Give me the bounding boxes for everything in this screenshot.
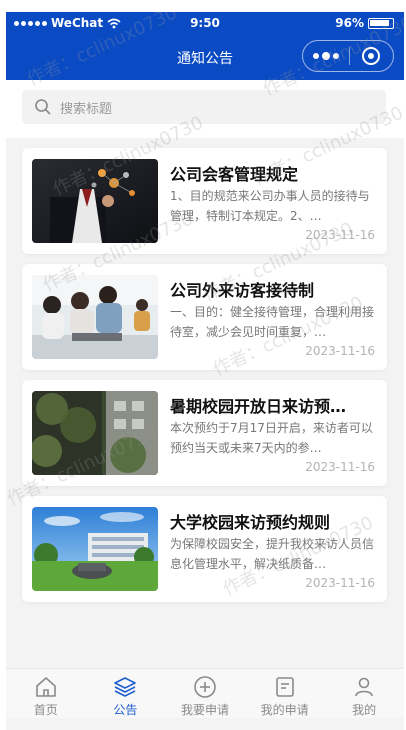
- notice-date: 2023-11-16: [305, 344, 375, 358]
- notice-thumbnail: [32, 391, 158, 475]
- tab-apply[interactable]: 我要申请: [165, 669, 245, 718]
- search-bar: 搜索标题: [6, 80, 404, 138]
- tab-label: 我的: [352, 703, 377, 717]
- nav-bar: 通知公告: [6, 34, 404, 80]
- target-icon: [362, 47, 381, 65]
- notice-card[interactable]: 暑期校园开放日来访预… 本次预约于7月17日开启，来访者可以预约当天或未来7天内…: [22, 380, 387, 486]
- document-icon: [275, 677, 294, 697]
- phone-screen: WeChat 9:50 96% 通知公告 搜索标题 公司会客管理规定 1、目的规…: [6, 12, 404, 730]
- notice-thumbnail: [32, 275, 158, 359]
- notice-summary: 为保障校园安全，提升我校来访人员信息化管理水平，解决纸质备…: [170, 537, 375, 571]
- notice-title: 公司会客管理规定: [170, 165, 299, 184]
- battery-group: 96%: [335, 16, 394, 30]
- notice-card[interactable]: 公司会客管理规定 1、目的规范来公司办事人员的接待与管理，特制订本规定。2、… …: [22, 148, 387, 254]
- tab-label: 公告: [113, 703, 138, 717]
- notice-date: 2023-11-16: [305, 460, 375, 474]
- plus-circle-icon: [194, 676, 216, 698]
- battery-percent: 96%: [335, 16, 364, 30]
- battery-icon: [368, 17, 394, 29]
- notice-thumbnail: [32, 159, 158, 243]
- notice-thumbnail: [32, 507, 158, 591]
- more-icon[interactable]: [303, 51, 349, 60]
- search-placeholder: 搜索标题: [60, 101, 113, 117]
- tab-home[interactable]: 首页: [6, 669, 86, 718]
- tab-label: 我要申请: [180, 703, 229, 717]
- tab-profile[interactable]: 我的: [324, 669, 404, 718]
- notice-title: 大学校园来访预约规则: [170, 513, 331, 532]
- tab-notices[interactable]: 公告: [86, 669, 166, 718]
- close-miniprogram-button[interactable]: [349, 47, 393, 65]
- notice-summary: 一、目的：健全接待管理，合理利用接待室，减少会见时间重复，…: [170, 305, 375, 339]
- notice-date: 2023-11-16: [305, 228, 375, 242]
- notice-title: 暑期校园开放日来访预…: [170, 397, 347, 416]
- search-icon: [35, 99, 51, 115]
- notice-date: 2023-11-16: [305, 576, 375, 590]
- notice-card[interactable]: 公司外来访客接待制 一、目的：健全接待管理，合理利用接待室，减少会见时间重复，……: [22, 264, 387, 370]
- search-input[interactable]: 搜索标题: [22, 90, 386, 124]
- notice-summary: 1、目的规范来公司办事人员的接待与管理，特制订本规定。2、…: [170, 189, 370, 223]
- home-icon: [35, 677, 56, 697]
- tab-my-applications[interactable]: 我的申请: [245, 669, 325, 718]
- mini-program-capsule: [302, 40, 394, 72]
- notice-title: 公司外来访客接待制: [170, 281, 315, 300]
- status-bar: WeChat 9:50 96%: [6, 12, 404, 34]
- tab-label: 我的申请: [260, 703, 309, 717]
- tab-label: 首页: [33, 703, 58, 717]
- user-icon: [355, 677, 373, 697]
- notice-card[interactable]: 大学校园来访预约规则 为保障校园安全，提升我校来访人员信息化管理水平，解决纸质备…: [22, 496, 387, 602]
- notice-summary: 本次预约于7月17日开启，来访者可以预约当天或未来7天内的参…: [170, 421, 373, 455]
- bottom-tab-bar: 首页 公告 我要申请 我的申请 我的: [6, 668, 404, 718]
- layers-icon: [114, 677, 137, 697]
